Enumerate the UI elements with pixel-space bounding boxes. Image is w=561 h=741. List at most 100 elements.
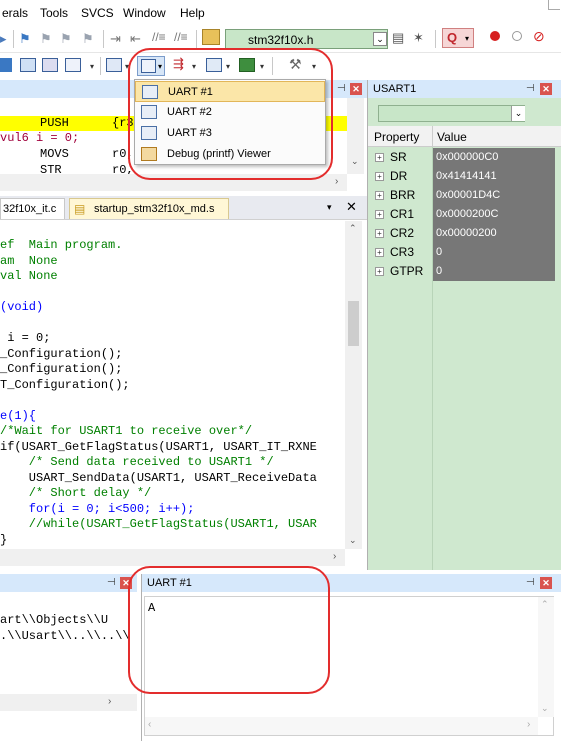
window-corner (548, 0, 560, 10)
expand-icon[interactable]: + (375, 153, 384, 162)
close-icon[interactable]: ✕ (350, 83, 362, 95)
registers-window-icon[interactable] (0, 58, 12, 72)
chevron-down-icon[interactable]: ⌄ (373, 32, 387, 46)
disable-breakpoints-icon[interactable]: ⊘ (533, 28, 549, 44)
register-value[interactable]: 0x00001D4C (433, 186, 555, 205)
peripheral-select[interactable]: ⌄ (378, 105, 525, 122)
output-hscrollbar[interactable]: › (0, 694, 137, 711)
pin-icon[interactable]: ⊣ (337, 83, 346, 94)
tab-it-c[interactable]: 32f10x_it.c (0, 198, 65, 219)
expand-icon[interactable]: + (375, 267, 384, 276)
disasm-scrollbar[interactable]: ⌄ (347, 98, 364, 174)
editor-scrollbar[interactable]: ⌃ ⌄ (345, 221, 362, 549)
scroll-up-icon[interactable]: ⌃ (349, 223, 357, 234)
code-line: } (0, 533, 8, 547)
scroll-up-icon[interactable]: ⌃ (541, 599, 549, 610)
register-row-cr3[interactable]: + CR3 0 (370, 243, 555, 262)
register-name: DR (390, 169, 408, 183)
debug-session-button[interactable]: Q ▾ (442, 28, 474, 48)
disasm-source-line: vul6 i = 0; (0, 131, 80, 145)
toolbar-separator (100, 57, 101, 75)
editor-scroll-thumb[interactable] (348, 301, 359, 346)
target-select-value: stm32f10x.h (248, 33, 314, 47)
bookmark-prev-icon[interactable]: ⚑ (40, 31, 56, 47)
open-folder-icon[interactable] (202, 29, 220, 45)
register-value[interactable]: 0 (433, 262, 555, 281)
scroll-down-icon[interactable]: ⌄ (541, 703, 549, 714)
close-icon[interactable]: ✕ (346, 199, 357, 215)
scroll-right-icon[interactable]: › (333, 551, 336, 562)
scroll-right-icon[interactable]: › (527, 719, 530, 730)
code-line: USART_SendData(USART1, USART_ReceiveData (0, 471, 317, 485)
code-line: //while(USART_GetFlagStatus(USART1, USAR (0, 517, 317, 531)
scroll-left-icon[interactable]: ‹ (148, 719, 151, 730)
expand-icon[interactable]: + (375, 172, 384, 181)
magnifier-icon: Q (447, 30, 458, 45)
chevron-down-icon[interactable]: ▾ (90, 62, 94, 71)
property-column-header[interactable]: Property (374, 130, 419, 144)
build-output-pane: ⊣ ✕ art\\Objects\\U .\\Usart\\..\\..\\ › (0, 574, 137, 741)
comment-icon[interactable]: //≡ (152, 30, 168, 46)
menu-help[interactable]: Help (180, 6, 205, 20)
register-value[interactable]: 0x00000200 (433, 224, 555, 243)
scroll-right-icon[interactable]: › (335, 176, 338, 187)
menu-peripherals[interactable]: erals (2, 6, 28, 20)
register-row-dr[interactable]: + DR 0x41414141 (370, 167, 555, 186)
uart1-hscrollbar[interactable]: ‹ › (145, 717, 538, 735)
scroll-right-icon[interactable]: › (108, 696, 111, 707)
expand-icon[interactable]: + (375, 229, 384, 238)
scroll-down-icon[interactable]: ⌄ (351, 156, 359, 167)
scroll-down-icon[interactable]: ⌄ (349, 535, 357, 546)
registers-column-header: Property Value (368, 126, 561, 147)
close-icon[interactable]: ✕ (540, 577, 552, 589)
disassembly-window-icon[interactable] (20, 58, 36, 72)
symbols-window-icon[interactable] (42, 58, 58, 72)
close-icon[interactable]: ✕ (540, 83, 552, 95)
editor-hscrollbar[interactable]: › (0, 549, 345, 566)
uncomment-icon[interactable]: //≡ (174, 30, 190, 46)
indent-icon[interactable]: ⇥ (110, 31, 126, 47)
code-line: (void) (0, 300, 44, 314)
call-stack-window-icon[interactable] (65, 58, 81, 72)
code-line: am None (0, 254, 58, 268)
register-row-sr[interactable]: + SR 0x000000C0 (370, 148, 555, 167)
bookmark-icon[interactable]: ⚑ (19, 31, 35, 47)
register-row-gtpr[interactable]: + GTPR 0 (370, 262, 555, 281)
chevron-down-icon[interactable]: ▾ (327, 202, 332, 213)
menu-tools[interactable]: Tools (40, 6, 68, 20)
bookmark-next-icon[interactable]: ⚑ (60, 31, 76, 47)
register-row-cr1[interactable]: + CR1 0x0000200C (370, 205, 555, 224)
memory-window-icon[interactable] (106, 58, 122, 72)
value-column-header[interactable]: Value (437, 130, 467, 144)
register-value[interactable]: 0 (433, 243, 555, 262)
register-value[interactable]: 0x000000C0 (433, 148, 555, 167)
breakpoint-toggle-icon[interactable] (512, 31, 522, 41)
menu-svcs[interactable]: SVCS (81, 6, 114, 20)
chevron-down-icon[interactable]: ⌄ (511, 106, 525, 121)
register-name: SR (390, 150, 407, 164)
register-row-cr2[interactable]: + CR2 0x00000200 (370, 224, 555, 243)
find-files-icon[interactable]: ▤ (392, 30, 408, 46)
breakpoint-icon[interactable] (490, 31, 500, 41)
register-name: CR3 (390, 245, 415, 259)
bookmark-clear-icon[interactable]: ⚑ (82, 31, 98, 47)
expand-icon[interactable]: + (375, 191, 384, 200)
pin-icon[interactable]: ⊣ (107, 577, 116, 588)
register-value[interactable]: 0x41414141 (433, 167, 555, 186)
pin-icon[interactable]: ⊣ (526, 83, 535, 94)
output-line: art\\Objects\\U (0, 613, 109, 627)
unindent-icon[interactable]: ⇤ (130, 31, 146, 47)
tab-startup-s[interactable]: ▤ startup_stm32f10x_md.s (69, 198, 229, 219)
register-row-brr[interactable]: + BRR 0x00001D4C (370, 186, 555, 205)
pin-icon[interactable]: ⊣ (526, 577, 535, 588)
settings-icon[interactable]: ✶ (413, 30, 429, 46)
code-editor[interactable]: ef Main program. am None val None (void)… (0, 221, 367, 569)
code-line: if(USART_GetFlagStatus(USART1, USART_IT_… (0, 440, 317, 454)
uart1-scrollbar[interactable]: ⌃ ⌄ (538, 597, 554, 717)
expand-icon[interactable]: + (375, 248, 384, 257)
target-select[interactable]: stm32f10x.h ⌄ (225, 29, 388, 49)
code-line: /* Send data received to USART1 */ (0, 455, 274, 469)
expand-icon[interactable]: + (375, 210, 384, 219)
menu-window[interactable]: Window (123, 6, 166, 20)
register-value[interactable]: 0x0000200C (433, 205, 555, 224)
